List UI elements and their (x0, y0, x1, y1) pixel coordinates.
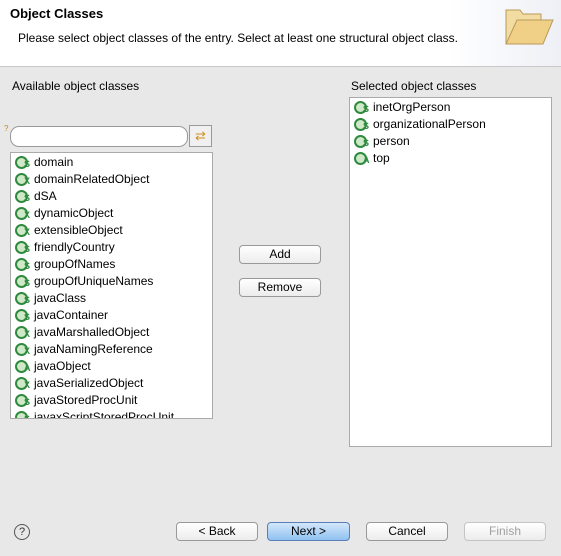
object-class-name: dynamicObject (34, 205, 114, 220)
selected-list[interactable]: SinetOrgPerson SorganizationalPerson Spers… (349, 97, 552, 447)
object-class-icon: S (354, 117, 370, 131)
list-item[interactable]: SjavaClass (11, 289, 212, 306)
list-item[interactable]: XjavaNamingReference (11, 340, 212, 357)
refresh-button[interactable]: ⇄ (189, 125, 212, 147)
available-list[interactable]: Sdomain XdomainRelatedObject SdSA XdynamicO… (10, 152, 213, 419)
object-class-icon: A (354, 151, 370, 165)
object-class-icon: S (15, 274, 31, 288)
object-class-name: groupOfNames (34, 256, 116, 271)
list-item[interactable]: XjavaSerializedObject (11, 374, 212, 391)
page-description: Please select object classes of the entr… (18, 31, 458, 45)
list-item[interactable]: XdynamicObject (11, 204, 212, 221)
list-item[interactable]: Sdomain (11, 153, 212, 170)
object-class-icon: X (15, 223, 31, 237)
object-class-icon: S (354, 134, 370, 148)
object-class-name: javaObject (34, 358, 91, 373)
folder-icon (505, 9, 554, 45)
object-class-name: domain (34, 154, 74, 169)
object-class-name: javaSerializedObject (34, 375, 144, 390)
list-item[interactable]: SjavaxScriptStoredProcUnit (11, 408, 212, 419)
object-class-icon: A (15, 359, 31, 373)
object-class-name: dSA (34, 188, 57, 203)
list-item[interactable]: SjavaContainer (11, 306, 212, 323)
object-class-icon: S (354, 100, 370, 114)
next-button[interactable]: Next > (267, 522, 350, 541)
object-class-icon: S (15, 155, 31, 169)
list-item[interactable]: SjavaStoredProcUnit (11, 391, 212, 408)
object-class-icon: S (15, 308, 31, 322)
object-class-name: javaClass (34, 290, 87, 305)
back-button[interactable]: < Back (176, 522, 258, 541)
object-class-name: javaMarshalledObject (34, 324, 150, 339)
object-class-name: organizationalPerson (373, 116, 486, 131)
object-class-name: top (373, 150, 390, 165)
object-class-name: groupOfUniqueNames (34, 273, 154, 288)
object-class-icon: S (15, 393, 31, 407)
object-class-name: extensibleObject (34, 222, 123, 237)
object-class-icon: X (15, 376, 31, 390)
object-class-icon: S (15, 189, 31, 203)
list-item[interactable]: SorganizationalPerson (350, 115, 551, 132)
object-class-icon: S (15, 257, 31, 271)
content-assist-icon: ? (4, 124, 9, 133)
object-class-name: javaNamingReference (34, 341, 153, 356)
available-label: Available object classes (12, 79, 140, 93)
list-item[interactable]: SdSA (11, 187, 212, 204)
finish-button[interactable]: Finish (464, 522, 546, 541)
object-class-name: javaStoredProcUnit (34, 392, 138, 407)
cancel-button[interactable]: Cancel (366, 522, 448, 541)
list-item[interactable]: XjavaMarshalledObject (11, 323, 212, 340)
add-button[interactable]: Add (239, 245, 321, 264)
object-class-name: javaContainer (34, 307, 109, 322)
list-item[interactable]: AjavaObject (11, 357, 212, 374)
remove-button[interactable]: Remove (239, 278, 321, 297)
object-class-icon: S (15, 410, 31, 418)
object-class-name: friendlyCountry (34, 239, 115, 254)
object-class-name: inetOrgPerson (373, 99, 451, 114)
wizard-header: Object Classes Please select object clas… (0, 0, 561, 67)
list-item[interactable]: SfriendlyCountry (11, 238, 212, 255)
object-class-icon: X (15, 342, 31, 356)
list-item[interactable]: XextensibleObject (11, 221, 212, 238)
object-class-icon: X (15, 172, 31, 186)
list-item[interactable]: SgroupOfUniqueNames (11, 272, 212, 289)
object-class-icon: X (15, 325, 31, 339)
object-class-name: domainRelatedObject (34, 171, 150, 186)
object-class-icon: S (15, 240, 31, 254)
list-item[interactable]: Sperson (350, 132, 551, 149)
refresh-icon: ⇄ (195, 128, 206, 143)
list-item[interactable]: Atop (350, 149, 551, 166)
filter-input[interactable] (10, 126, 188, 147)
list-item[interactable]: XdomainRelatedObject (11, 170, 212, 187)
list-item[interactable]: SinetOrgPerson (350, 98, 551, 115)
selected-label: Selected object classes (351, 79, 477, 93)
list-item[interactable]: SgroupOfNames (11, 255, 212, 272)
help-icon[interactable]: ? (14, 524, 30, 540)
object-class-icon: S (15, 291, 31, 305)
object-class-name: javaxScriptStoredProcUnit (34, 409, 175, 419)
page-title: Object Classes (10, 6, 104, 21)
object-class-icon: X (15, 206, 31, 220)
object-class-name: person (373, 133, 410, 148)
